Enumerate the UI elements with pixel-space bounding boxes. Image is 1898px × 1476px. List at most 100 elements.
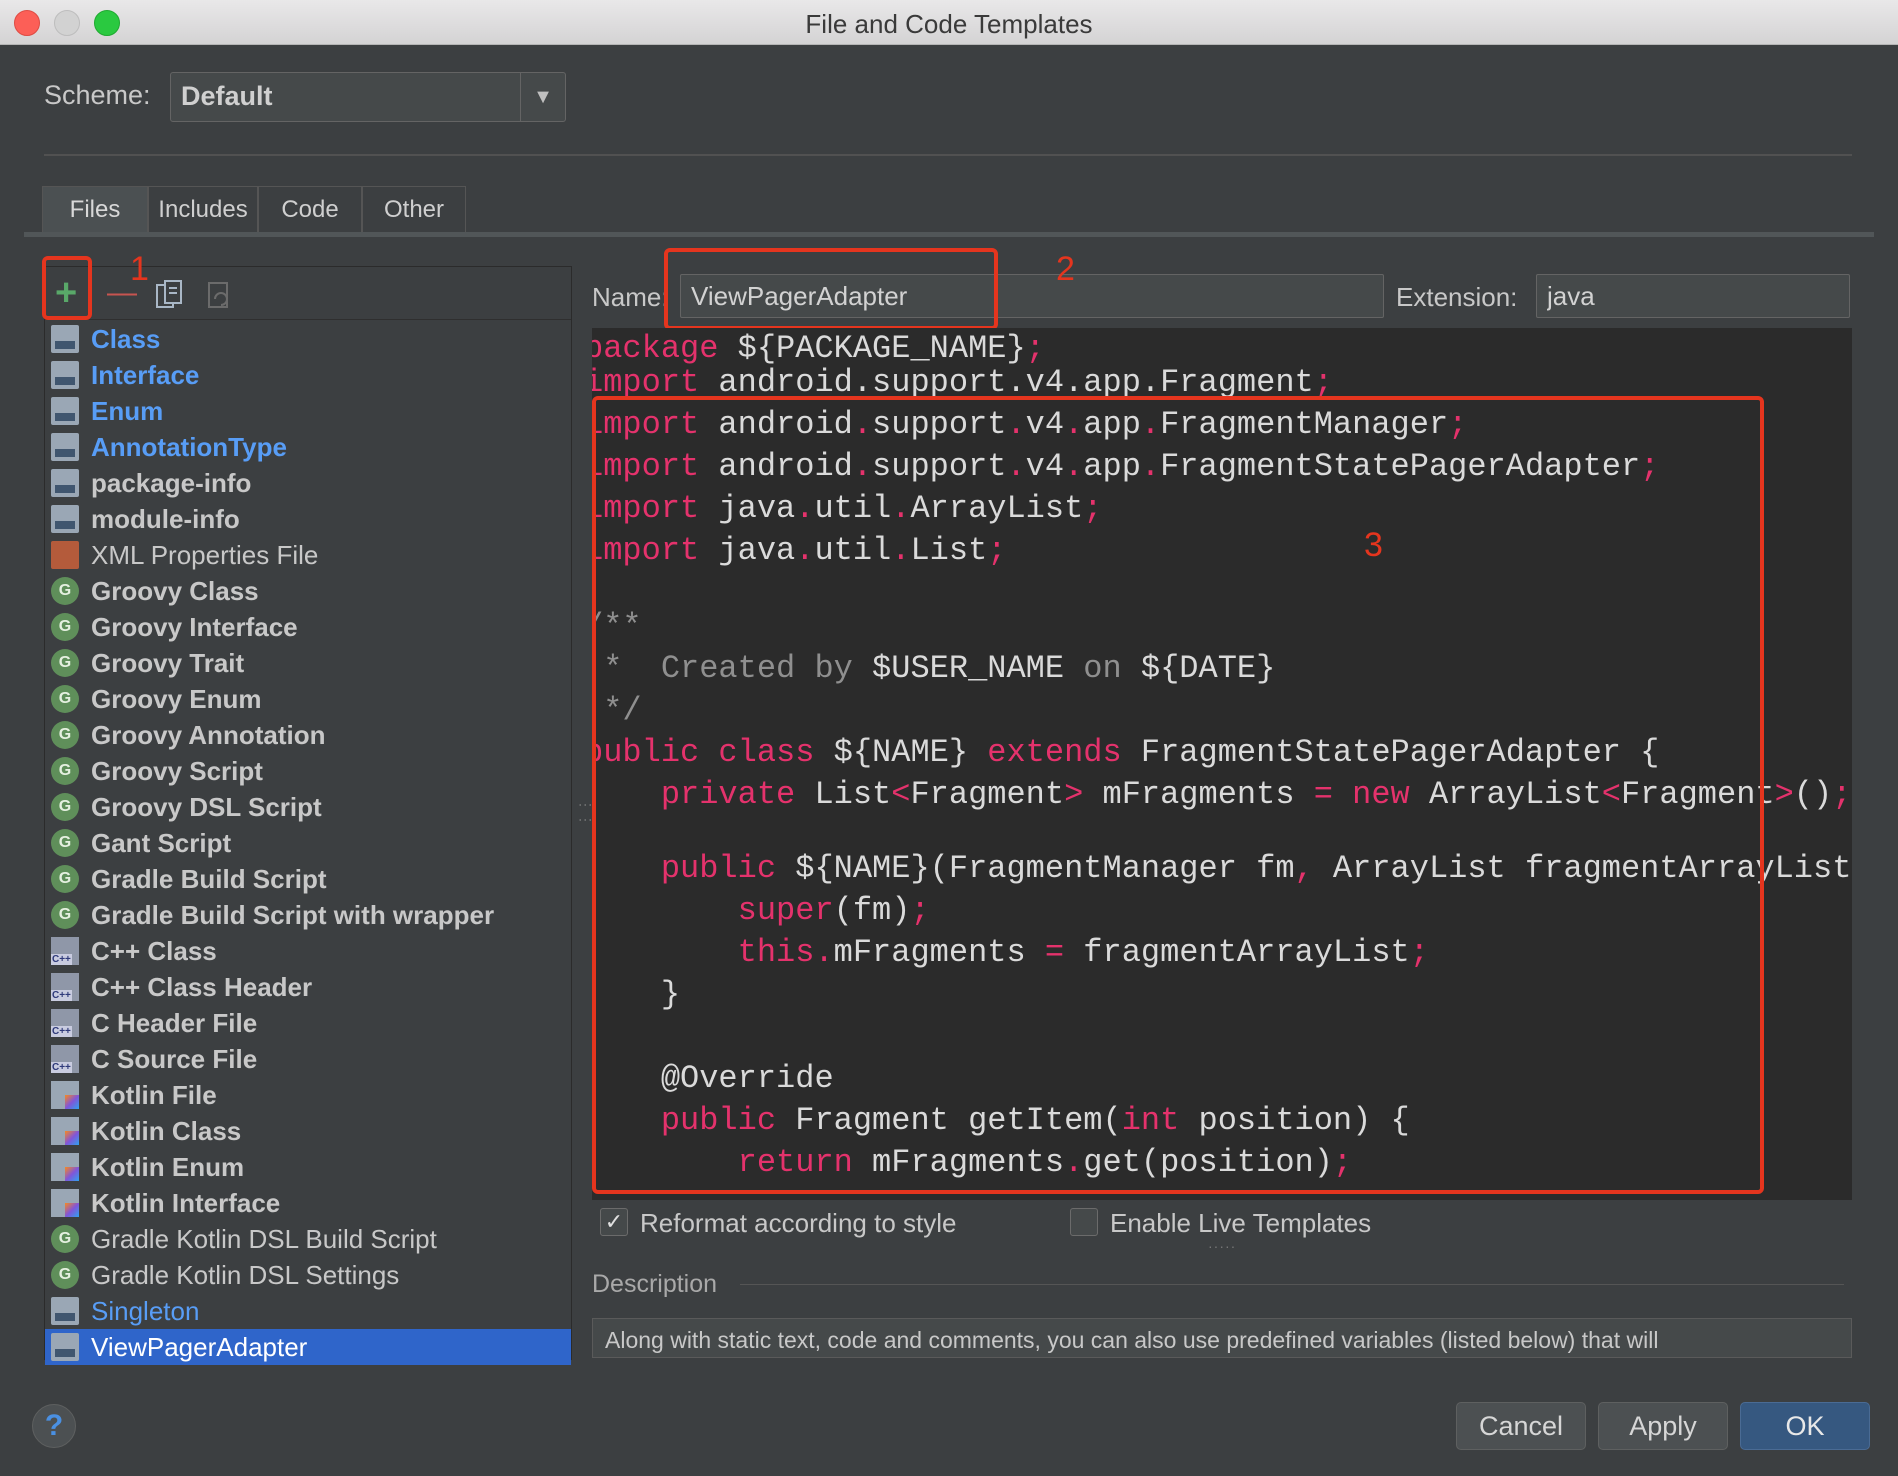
extension-label: Extension: bbox=[1396, 282, 1518, 312]
template-list-item[interactable]: C Source File bbox=[45, 1041, 571, 1077]
tab-files[interactable]: Files bbox=[42, 186, 148, 233]
template-list-item[interactable]: module-info bbox=[45, 501, 571, 537]
template-list-item[interactable]: XML Properties File bbox=[45, 537, 571, 573]
template-list-item-label: ViewPagerAdapter bbox=[91, 1331, 308, 1362]
copy-template-icon[interactable] bbox=[155, 279, 185, 319]
java-file-icon bbox=[51, 397, 79, 425]
template-list-item[interactable]: G Gradle Kotlin DSL Build Script bbox=[45, 1221, 571, 1257]
template-list-item-label: Groovy Script bbox=[91, 755, 263, 786]
panel-splitter-handle[interactable]: ⋮⋮ bbox=[578, 798, 594, 828]
template-list-item[interactable]: G Groovy Trait bbox=[45, 645, 571, 681]
ok-button[interactable]: OK bbox=[1740, 1402, 1870, 1450]
template-list-item[interactable]: G Groovy Enum bbox=[45, 681, 571, 717]
template-list-item[interactable]: AnnotationType bbox=[45, 429, 571, 465]
template-list-item[interactable]: G Groovy Interface bbox=[45, 609, 571, 645]
template-list-item[interactable]: C++ Class Header bbox=[45, 969, 571, 1005]
groovy-icon: G bbox=[51, 793, 79, 821]
template-list-item[interactable]: Kotlin Class bbox=[45, 1113, 571, 1149]
chevron-down-icon[interactable]: ▼ bbox=[520, 73, 565, 121]
live-templates-checkbox[interactable] bbox=[1070, 1208, 1098, 1236]
template-list-item-label: Singleton bbox=[91, 1295, 200, 1326]
description-label: Description bbox=[592, 1270, 718, 1298]
scheme-dropdown[interactable]: Default ▼ bbox=[170, 72, 566, 122]
code-token: () bbox=[1793, 776, 1833, 813]
code-token: > bbox=[1774, 776, 1794, 813]
groovy-icon: G bbox=[51, 613, 79, 641]
annotation-number-2: 2 bbox=[1056, 250, 1075, 288]
kotlin-file-icon bbox=[51, 1117, 79, 1145]
kotlin-file-icon bbox=[51, 1081, 79, 1109]
groovy-icon: G bbox=[51, 1225, 79, 1253]
template-list-item[interactable]: Enum bbox=[45, 393, 571, 429]
tab-bar: Files Includes Code Other bbox=[42, 186, 466, 234]
template-list-item[interactable]: G Gradle Build Script with wrapper bbox=[45, 897, 571, 933]
live-templates-label: Enable Live Templates bbox=[1110, 1208, 1372, 1238]
cpp-file-icon bbox=[51, 937, 79, 965]
extension-input[interactable] bbox=[1536, 274, 1850, 318]
reformat-label: Reformat according to style bbox=[640, 1208, 957, 1238]
template-list-item-label: Gradle Kotlin DSL Settings bbox=[91, 1259, 400, 1290]
template-list-item[interactable]: Class bbox=[45, 321, 571, 357]
template-list-item-label: Enum bbox=[91, 395, 164, 426]
template-list-panel: + — Class Interface Enum AnnotationType pack… bbox=[44, 266, 572, 1365]
template-list-item[interactable]: ViewPagerAdapter bbox=[45, 1329, 571, 1365]
kotlin-file-icon bbox=[51, 1189, 79, 1217]
apply-button[interactable]: Apply bbox=[1598, 1402, 1728, 1450]
template-list-item[interactable]: G Groovy Script bbox=[45, 753, 571, 789]
cancel-button[interactable]: Cancel bbox=[1456, 1402, 1586, 1450]
template-list-item[interactable]: Interface bbox=[45, 357, 571, 393]
xml-file-icon bbox=[51, 541, 79, 569]
template-list-item-label: Kotlin Enum bbox=[91, 1151, 245, 1182]
tab-code[interactable]: Code bbox=[258, 186, 362, 233]
template-list-item[interactable]: G Groovy Class bbox=[45, 573, 571, 609]
title-bar: File and Code Templates bbox=[0, 0, 1898, 45]
template-list-item[interactable]: Kotlin Enum bbox=[45, 1149, 571, 1185]
cpp-file-icon bbox=[51, 973, 79, 1001]
template-list-item-label: C++ Class bbox=[91, 935, 217, 966]
help-button[interactable]: ? bbox=[32, 1404, 76, 1448]
template-list-item[interactable]: Singleton bbox=[45, 1293, 571, 1329]
annotation-box-3 bbox=[592, 396, 1764, 1194]
java-file-icon bbox=[51, 433, 79, 461]
template-list-item[interactable]: Kotlin Interface bbox=[45, 1185, 571, 1221]
description-separator bbox=[740, 1284, 1844, 1285]
template-list-item[interactable]: G Gradle Build Script bbox=[45, 861, 571, 897]
template-list-item[interactable]: Kotlin File bbox=[45, 1077, 571, 1113]
tab-underline bbox=[24, 232, 1874, 237]
template-list-item[interactable]: C Header File bbox=[45, 1005, 571, 1041]
cpp-file-icon bbox=[51, 1009, 79, 1037]
template-list-item-label: Groovy Trait bbox=[91, 647, 245, 678]
cpp-file-icon bbox=[51, 1045, 79, 1073]
kotlin-file-icon bbox=[51, 1153, 79, 1181]
template-list-item-label: AnnotationType bbox=[91, 431, 287, 462]
annotation-number-3: 3 bbox=[1364, 526, 1383, 564]
template-list-item-label: Gradle Build Script with wrapper bbox=[91, 899, 495, 930]
template-list-item-label: Class bbox=[91, 323, 161, 354]
scheme-label: Scheme: bbox=[44, 80, 151, 110]
groovy-icon: G bbox=[51, 649, 79, 677]
java-file-icon bbox=[51, 505, 79, 533]
reformat-checkbox[interactable]: ✓ bbox=[600, 1208, 628, 1236]
template-list-item[interactable]: C++ Class bbox=[45, 933, 571, 969]
groovy-icon: G bbox=[51, 1261, 79, 1289]
tab-other[interactable]: Other bbox=[362, 186, 466, 233]
java-file-icon bbox=[51, 469, 79, 497]
description-splitter-handle[interactable]: ····· bbox=[1208, 1238, 1236, 1254]
annotation-box-1 bbox=[42, 256, 92, 320]
template-list-item-label: XML Properties File bbox=[91, 539, 319, 570]
groovy-icon: G bbox=[51, 829, 79, 857]
groovy-icon: G bbox=[51, 901, 79, 929]
template-list-item-label: package-info bbox=[91, 467, 252, 498]
java-file-icon bbox=[51, 325, 79, 353]
template-list-item[interactable]: G Groovy DSL Script bbox=[45, 789, 571, 825]
reset-template-icon[interactable] bbox=[205, 279, 235, 319]
template-list-item-label: C Header File bbox=[91, 1007, 258, 1038]
template-list-item[interactable]: G Gant Script bbox=[45, 825, 571, 861]
template-list-item[interactable]: G Groovy Annotation bbox=[45, 717, 571, 753]
template-list-item[interactable]: G Gradle Kotlin DSL Settings bbox=[45, 1257, 571, 1293]
name-label: Name: bbox=[592, 282, 669, 312]
template-list-item[interactable]: package-info bbox=[45, 465, 571, 501]
separator bbox=[44, 154, 1852, 156]
tab-includes[interactable]: Includes bbox=[148, 186, 258, 233]
template-list-item-label: Groovy Class bbox=[91, 575, 259, 606]
